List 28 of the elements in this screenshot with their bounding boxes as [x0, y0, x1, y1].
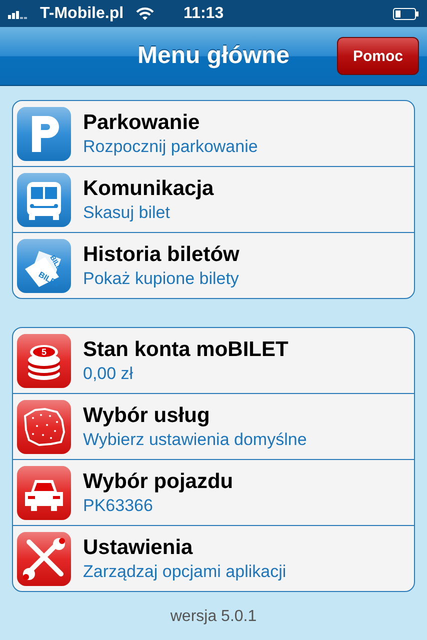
item-title: Wybór usług — [83, 404, 211, 428]
wifi-icon — [136, 6, 154, 20]
item-subtitle: 0,00 zł — [83, 364, 134, 384]
menu-item[interactable]: Wybór usług Wybierz ustawienia domyślne — [13, 393, 414, 459]
version-label: wersja 5.0.1 — [170, 608, 257, 626]
menu-item[interactable]: Wybór pojazdu PK63366 — [13, 459, 414, 525]
item-subtitle: Wybierz ustawienia domyślne — [83, 430, 307, 450]
coins-icon: 5 — [17, 334, 71, 388]
item-subtitle: Pokaż kupione bilety — [83, 268, 240, 288]
item-title: Ustawienia — [83, 536, 194, 560]
menu-item[interactable]: Ustawienia Zarządzaj opcjami aplikacji — [13, 525, 414, 591]
item-subtitle: Skasuj bilet — [83, 202, 171, 222]
item-title: Parkowanie — [83, 110, 201, 134]
item-title: Stan konta moBILET — [83, 338, 288, 362]
menu-item[interactable]: Komunikacja Skasuj bilet — [13, 166, 414, 232]
item-title: Wybór pojazdu — [83, 470, 234, 494]
carrier-name: T-Mobile.pl — [40, 4, 124, 22]
item-title: Komunikacja — [83, 176, 214, 200]
menu-item[interactable]: Parkowanie Rozpocznij parkowanie — [13, 101, 414, 166]
menu-item[interactable]: 5 Stan konta moBILET 0,00 zł — [13, 328, 414, 393]
item-title: Historia biletów — [83, 242, 240, 266]
clock-time: 11:13 — [184, 4, 224, 22]
screen-title: Menu główne — [138, 42, 290, 70]
battery-icon — [393, 8, 419, 20]
item-subtitle: Zarządzaj opcjami aplikacji — [83, 562, 286, 582]
item-subtitle: Rozpocznij parkowanie — [83, 136, 258, 156]
help-button[interactable]: Pomoc — [337, 37, 419, 75]
item-subtitle: PK63366 — [83, 496, 154, 516]
